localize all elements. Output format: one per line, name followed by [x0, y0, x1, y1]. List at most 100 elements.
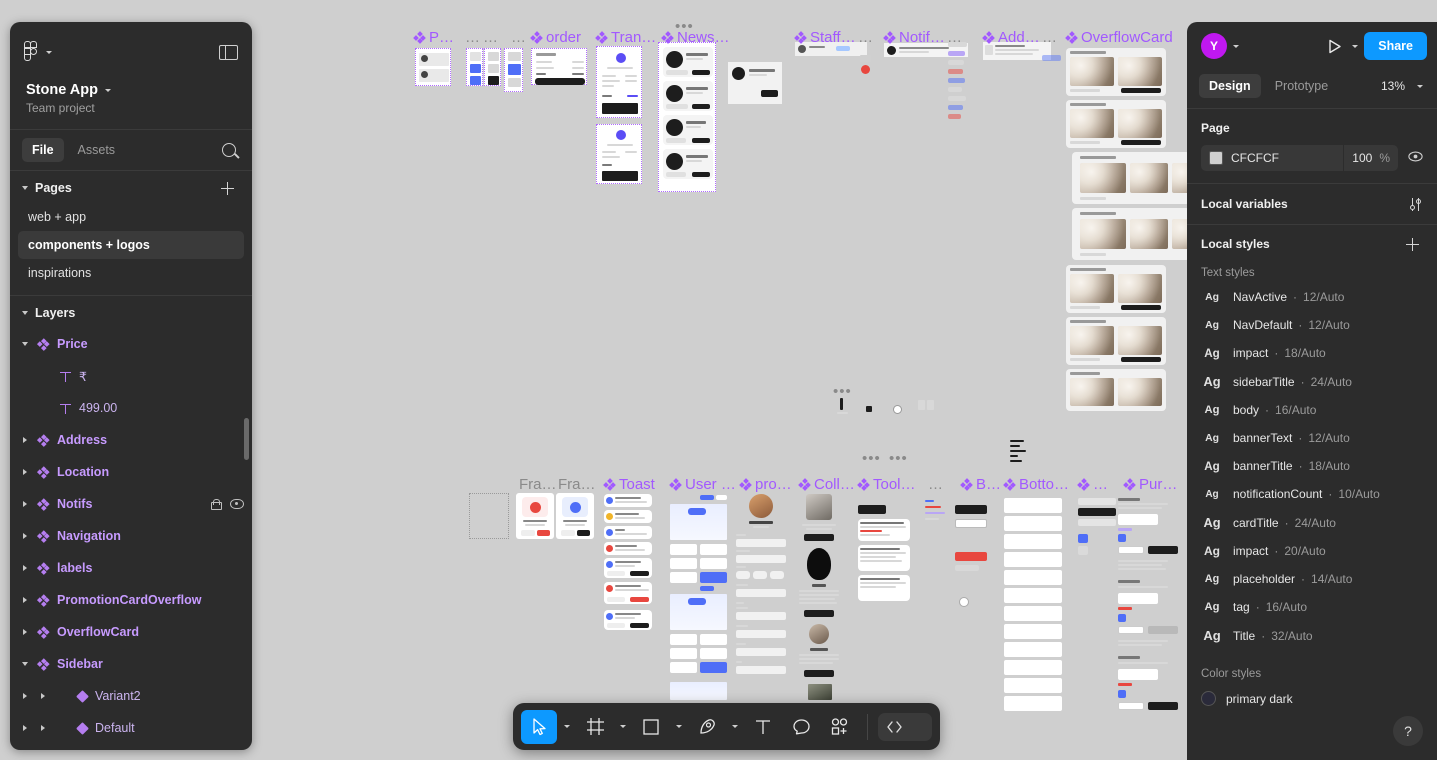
canvas-frame-icon-cluster[interactable]	[1008, 440, 1036, 468]
layer-row[interactable]: Navigation	[10, 520, 252, 552]
chevron-right-icon[interactable]	[20, 565, 30, 571]
canvas-misc-icon-1[interactable]	[836, 396, 850, 418]
layer-row[interactable]: ₹	[10, 360, 252, 392]
canvas-frame-tooltip[interactable]	[858, 505, 910, 601]
canvas-frame-price[interactable]	[415, 48, 451, 86]
chevron-right-icon[interactable]	[20, 597, 30, 603]
canvas-frame-button-set[interactable]	[955, 505, 987, 541]
local-variables-row[interactable]: Local variables	[1187, 183, 1437, 224]
frame-label[interactable]: …	[511, 29, 526, 46]
frame-label[interactable]: …	[947, 29, 962, 46]
main-menu-chevron-icon[interactable]	[46, 50, 52, 54]
layers-list[interactable]: Price ₹499.00 Address Location Notifs Navigat…	[10, 328, 252, 750]
canvas-frame-tool-notes[interactable]	[925, 500, 947, 530]
canvas-frame-small-a[interactable]	[466, 48, 483, 86]
canvas-frame-modal-save[interactable]	[556, 493, 594, 539]
canvas-misc-icon-4[interactable]	[918, 400, 936, 414]
frame-label[interactable]: …	[858, 29, 873, 46]
help-button[interactable]: ?	[1393, 716, 1423, 746]
text-style-row[interactable]: Ag notificationCount · 10/Auto	[1187, 480, 1437, 508]
canvas-frame-transaction-2[interactable]	[596, 124, 642, 184]
comment-tool-button[interactable]	[783, 710, 819, 744]
chevron-right-icon[interactable]	[20, 437, 30, 443]
move-tool-chevron-icon[interactable]	[559, 710, 575, 744]
zoom-chevron-icon[interactable]	[1417, 84, 1423, 88]
canvas-frame-sidebar-variant[interactable]	[1078, 498, 1116, 555]
frame-label[interactable]: Fra…	[558, 476, 596, 493]
canvas-frame-transaction-1[interactable]	[596, 46, 642, 118]
frame-label[interactable]: order	[530, 29, 581, 46]
canvas-overflow-card-5[interactable]	[1066, 265, 1166, 313]
frame-label[interactable]: Add…	[982, 29, 1040, 46]
text-style-row[interactable]: Ag tag · 16/Auto	[1187, 593, 1437, 621]
add-page-icon[interactable]	[221, 181, 234, 195]
text-style-row[interactable]: Ag impact · 20/Auto	[1187, 537, 1437, 565]
chevron-right-icon[interactable]	[20, 725, 30, 731]
layer-row[interactable]: PromotionCardOverflow	[10, 584, 252, 616]
canvas-overflow-card-6[interactable]	[1066, 317, 1166, 365]
canvas-frame-small-c[interactable]	[504, 48, 523, 92]
frame-label[interactable]: …	[1042, 29, 1057, 46]
search-icon[interactable]	[222, 143, 236, 157]
figma-logo-icon[interactable]	[24, 41, 40, 63]
text-style-row[interactable]: Ag sidebarTitle · 24/Auto	[1187, 367, 1437, 396]
layer-row[interactable]: Variant2	[10, 680, 252, 712]
canvas-misc-icon-3[interactable]	[892, 404, 904, 416]
tab-prototype[interactable]: Prototype	[1265, 74, 1339, 98]
text-style-row[interactable]: Ag bannerTitle · 18/Auto	[1187, 452, 1437, 480]
frame-label[interactable]: …	[465, 29, 480, 46]
canvas-overflow-card-7[interactable]	[1066, 369, 1166, 411]
avatar-chevron-icon[interactable]	[1233, 44, 1239, 48]
text-style-row[interactable]: Ag placeholder · 14/Auto	[1187, 565, 1437, 593]
text-style-row[interactable]: Ag impact · 18/Auto	[1187, 339, 1437, 367]
layer-row[interactable]: OverflowCard	[10, 616, 252, 648]
canvas-frame-purchase-list[interactable]	[1118, 498, 1180, 710]
canvas-frame-add-tag[interactable]	[1042, 55, 1062, 63]
toggle-panels-icon[interactable]	[219, 44, 238, 60]
shape-tool-chevron-icon[interactable]	[671, 710, 687, 744]
add-style-icon[interactable]	[1406, 237, 1419, 251]
canvas-frame-empty-a[interactable]	[469, 493, 509, 539]
layer-row[interactable]: Sidebar	[10, 648, 252, 680]
tab-file[interactable]: File	[22, 138, 64, 162]
page-fill-hex[interactable]: CFCFCF	[1231, 151, 1279, 165]
frame-label[interactable]: Tran…	[595, 29, 656, 46]
text-tool-button[interactable]	[745, 710, 781, 744]
canvas-overflow-card-3[interactable]	[1072, 152, 1210, 204]
canvas-frame-bottom-nav-grid[interactable]	[1004, 498, 1062, 712]
color-style-row[interactable]: primary dark	[1187, 684, 1437, 713]
canvas-frame-staff-dots[interactable]	[859, 55, 873, 77]
canvas-frame-news[interactable]	[658, 42, 716, 192]
layer-row[interactable]: Address	[10, 424, 252, 456]
frame-label[interactable]: Pur…	[1123, 476, 1177, 493]
zoom-level[interactable]: 13%	[1381, 79, 1405, 93]
present-chevron-icon[interactable]	[1352, 44, 1359, 48]
chevron-right-icon[interactable]	[20, 533, 30, 539]
pen-tool-button[interactable]	[689, 710, 725, 744]
text-style-row[interactable]: Ag body · 16/Auto	[1187, 396, 1437, 424]
page-fill-opacity[interactable]: 100 %	[1343, 145, 1398, 171]
canvas-frame-notif-tags[interactable]	[948, 42, 968, 120]
chevron-right-icon[interactable]	[38, 693, 48, 699]
canvas-frame-order[interactable]	[531, 48, 587, 85]
frame-label[interactable]: Toast	[603, 476, 655, 493]
eye-icon[interactable]	[230, 499, 244, 509]
frame-label[interactable]: P…	[413, 29, 454, 46]
canvas-frame-news-detail[interactable]	[728, 62, 782, 104]
text-style-row[interactable]: Ag bannerText · 12/Auto	[1187, 424, 1437, 452]
chevron-right-icon[interactable]	[20, 469, 30, 475]
layers-section-header[interactable]: Layers	[10, 296, 252, 328]
layer-row[interactable]: Location	[10, 456, 252, 488]
chevron-down-icon[interactable]	[22, 186, 28, 190]
layer-row[interactable]: Default	[10, 712, 252, 744]
opacity-value[interactable]: 100	[1352, 151, 1372, 165]
canvas-frame-profile[interactable]	[735, 494, 787, 704]
canvas-overflow-card-4[interactable]	[1072, 208, 1210, 260]
pages-section-header[interactable]: Pages	[10, 171, 252, 203]
tab-design[interactable]: Design	[1199, 74, 1261, 98]
canvas-misc-icon-2[interactable]	[864, 404, 874, 414]
layer-row[interactable]: Price	[10, 328, 252, 360]
frame-label[interactable]: Fra…	[519, 476, 557, 493]
frame-label[interactable]: OverflowCard	[1065, 29, 1173, 46]
canvas-overflow-card-2[interactable]	[1066, 100, 1166, 148]
